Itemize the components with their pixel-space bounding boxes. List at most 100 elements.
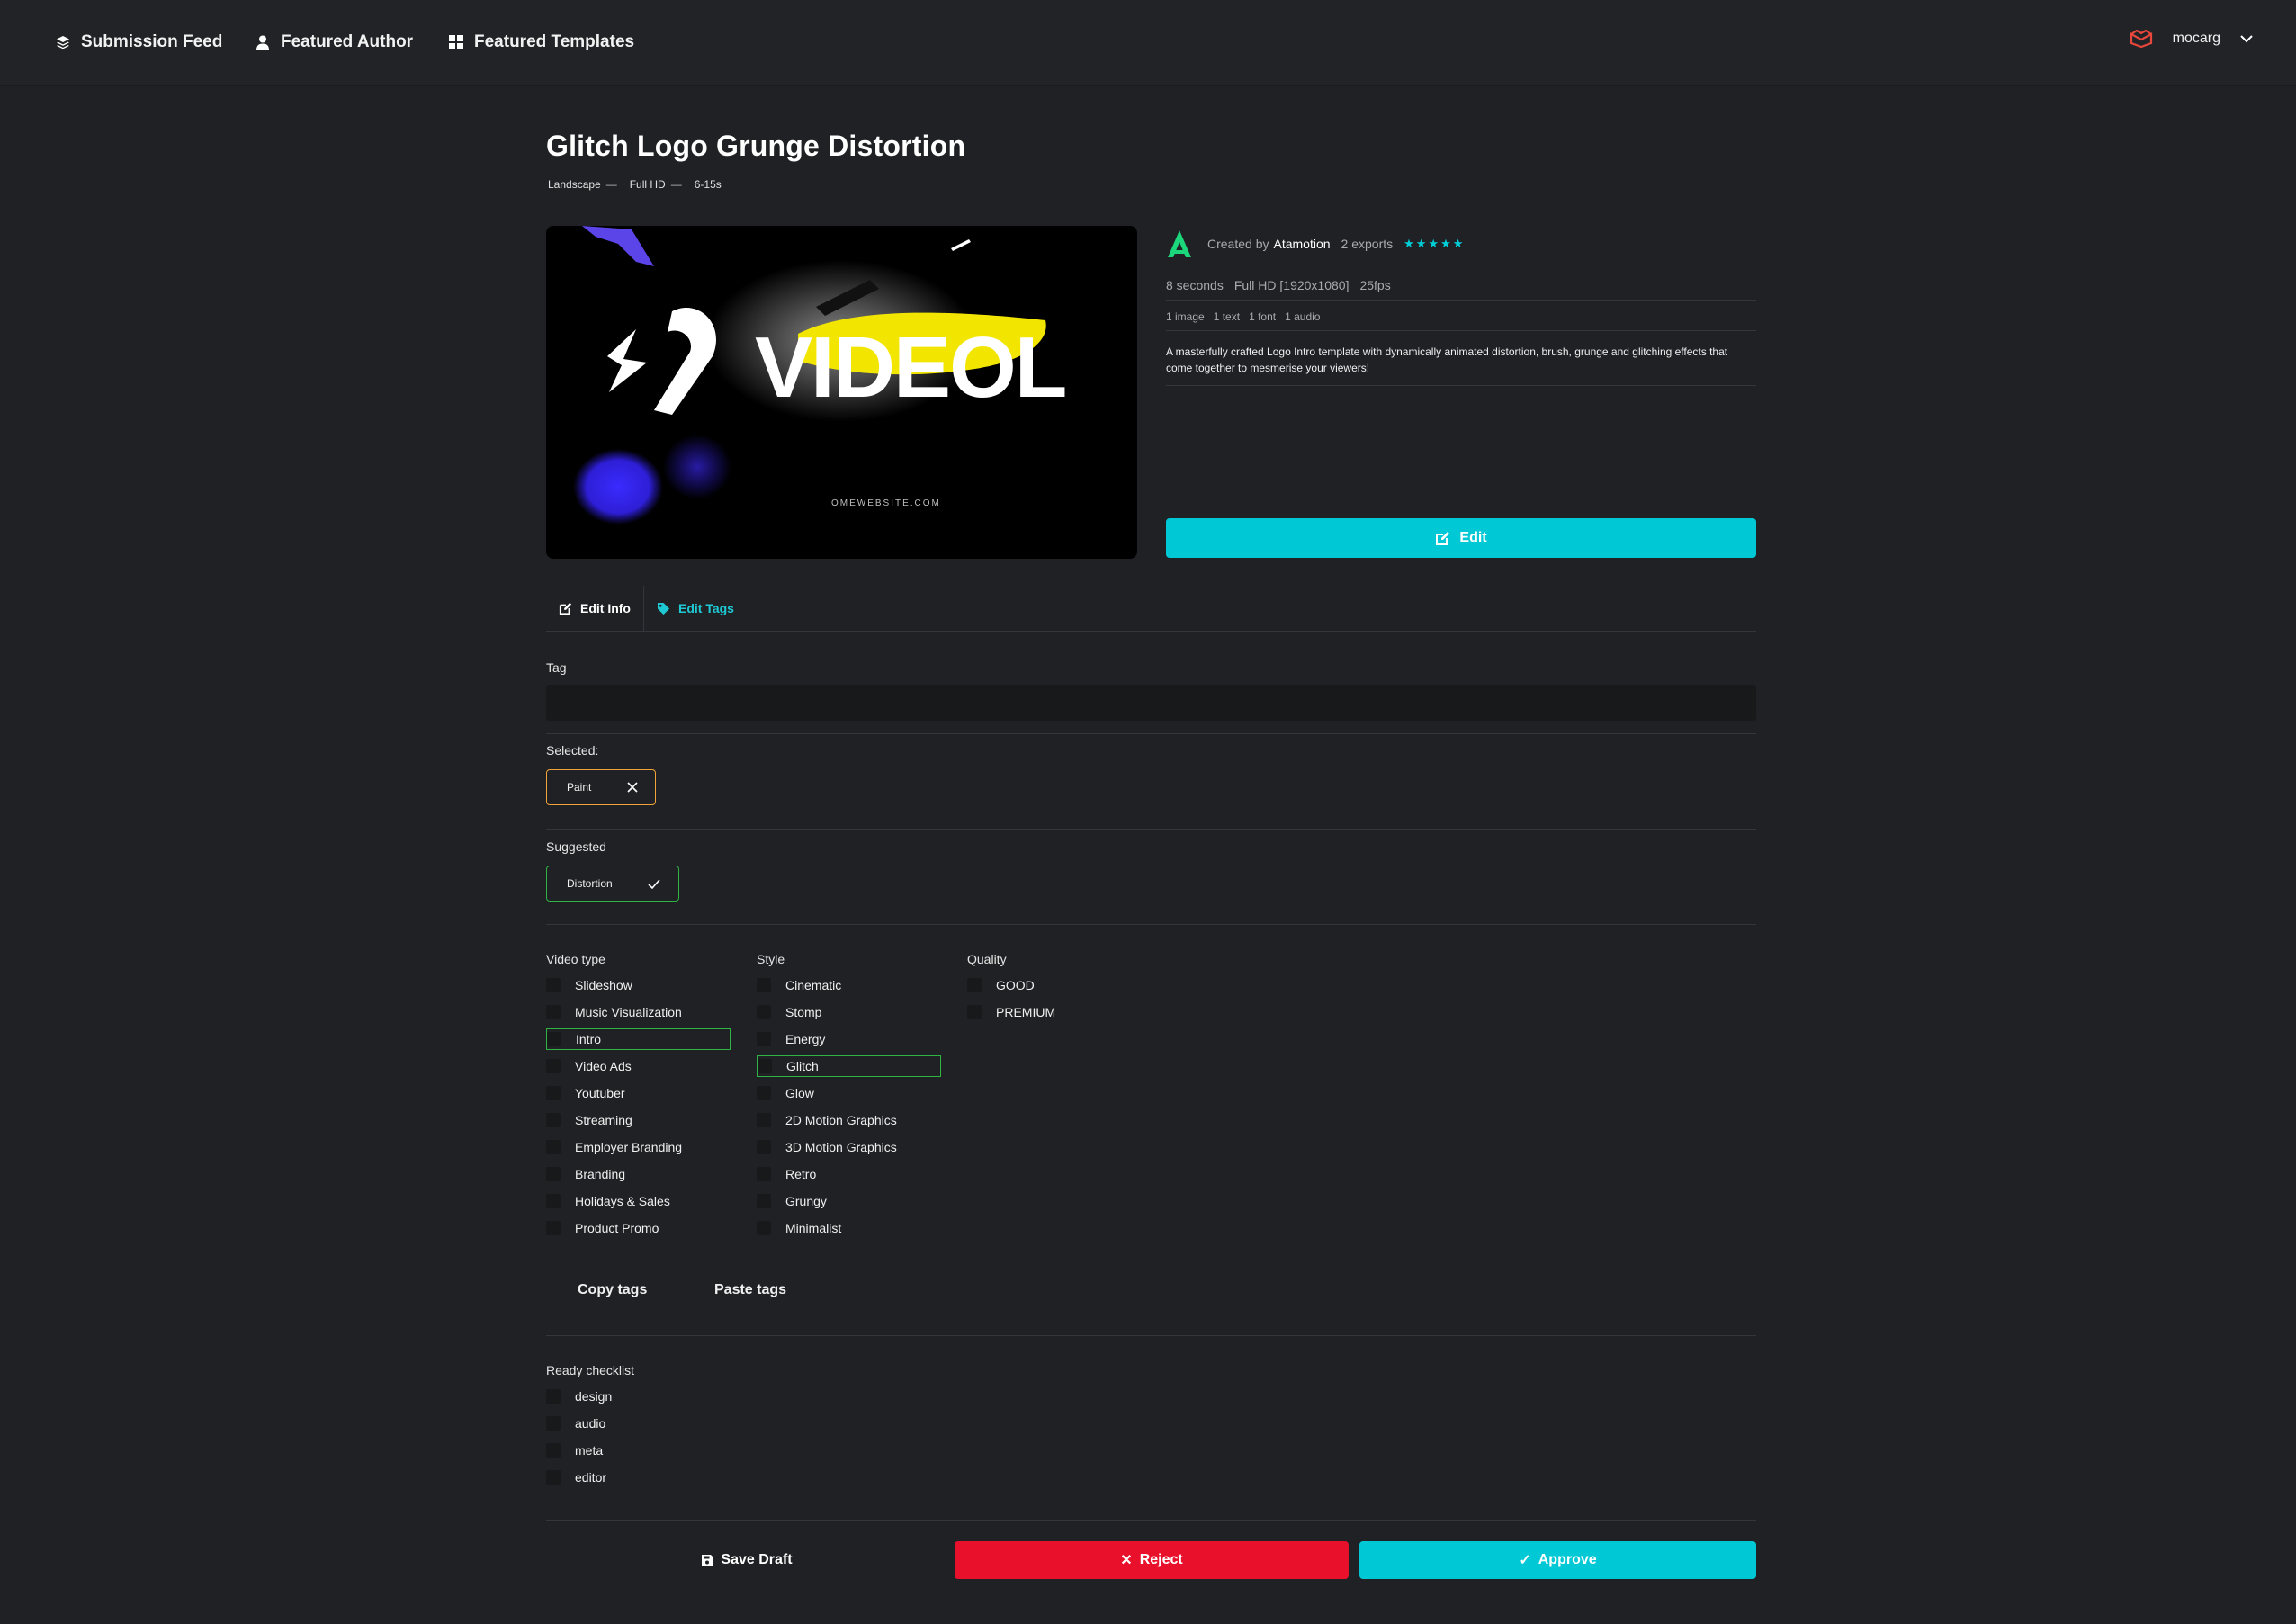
orientation: Landscape [548, 178, 601, 191]
checkbox-good[interactable]: GOOD [967, 972, 1152, 999]
checkbox-2d-motion-graphics[interactable]: 2D Motion Graphics [757, 1107, 941, 1134]
checkbox-box[interactable] [546, 1389, 561, 1404]
checkbox-music-visualization[interactable]: Music Visualization [546, 999, 731, 1026]
duration: 8 seconds [1166, 278, 1224, 292]
checkbox-box[interactable] [967, 1005, 982, 1019]
save-draft-label: Save Draft [721, 1552, 793, 1567]
resolution: Full HD [629, 178, 666, 191]
checklist-editor[interactable]: editor [546, 1464, 816, 1491]
checkbox-box[interactable] [546, 1167, 561, 1181]
checklist-audio[interactable]: audio [546, 1410, 816, 1437]
user-menu[interactable]: mocarg [2130, 30, 2253, 48]
checkbox-holidays-sales[interactable]: Holidays & Sales [546, 1188, 731, 1215]
specs-primary: 8 seconds Full HD [1920x1080] 25fps [1166, 271, 1756, 301]
checkbox-box[interactable] [757, 1221, 771, 1235]
nav-featured-templates[interactable]: Featured Templates [449, 30, 634, 55]
edit-button[interactable]: Edit [1166, 518, 1756, 558]
checkbox-box[interactable] [757, 1140, 771, 1154]
video-preview[interactable]: VIDEOL OMEWEBSITE.COM [546, 226, 1137, 559]
checkbox-energy[interactable]: Energy [757, 1026, 941, 1053]
separator: — [605, 178, 617, 191]
checkbox-box[interactable] [757, 1086, 771, 1100]
font-count: 1 font [1249, 310, 1277, 323]
duration-range: 6-15s [694, 178, 722, 191]
checkbox-box[interactable] [757, 1032, 771, 1046]
tab-edit-tags-label: Edit Tags [678, 601, 734, 615]
checkbox-premium[interactable]: PREMIUM [967, 999, 1152, 1026]
tab-edit-tags[interactable]: Edit Tags [644, 586, 747, 631]
suggested-label: Suggested [546, 839, 606, 854]
copy-tags-button[interactable]: Copy tags [578, 1272, 647, 1308]
image-count: 1 image [1166, 310, 1205, 323]
checkbox-label: GOOD [996, 978, 1035, 992]
checkbox-box[interactable] [546, 1140, 561, 1154]
checkbox-box[interactable] [546, 1221, 561, 1235]
checkbox-box[interactable] [546, 1194, 561, 1208]
checkbox-minimalist[interactable]: Minimalist [757, 1215, 941, 1242]
audio-count: 1 audio [1285, 310, 1321, 323]
remove-tag-button[interactable] [611, 770, 654, 804]
checkbox-label: Grungy [785, 1194, 827, 1208]
paste-tags-button[interactable]: Paste tags [714, 1272, 786, 1308]
checkbox-box[interactable] [547, 1032, 561, 1046]
author-logo-icon [1168, 230, 1191, 257]
checkbox-label: Video Ads [575, 1059, 632, 1073]
checkbox-box[interactable] [758, 1059, 772, 1073]
checkbox-3d-motion-graphics[interactable]: 3D Motion Graphics [757, 1134, 941, 1161]
tag-icon [657, 602, 670, 615]
checkbox-box[interactable] [546, 1470, 561, 1485]
page-title: Glitch Logo Grunge Distortion [546, 130, 966, 162]
checkbox-box[interactable] [546, 1086, 561, 1100]
checklist-design[interactable]: design [546, 1383, 816, 1410]
checkbox-slideshow[interactable]: Slideshow [546, 972, 731, 999]
checkbox-employer-branding[interactable]: Employer Branding [546, 1134, 731, 1161]
checkbox-intro[interactable]: Intro [546, 1028, 731, 1050]
checkbox-label: editor [575, 1470, 607, 1485]
checkbox-box[interactable] [546, 1443, 561, 1458]
preview-caption: OMEWEBSITE.COM [831, 498, 941, 508]
checkbox-cinematic[interactable]: Cinematic [757, 972, 941, 999]
checkbox-box[interactable] [757, 1113, 771, 1127]
user-icon [256, 35, 269, 50]
video-type-column: Video type Slideshow Music Visualization… [546, 952, 731, 1242]
checkbox-glow[interactable]: Glow [757, 1080, 941, 1107]
checkbox-video-ads[interactable]: Video Ads [546, 1053, 731, 1080]
checklist-meta[interactable]: meta [546, 1437, 816, 1464]
text-count: 1 text [1213, 310, 1241, 323]
reject-button[interactable]: ✕ Reject [955, 1541, 1349, 1579]
checkbox-youtuber[interactable]: Youtuber [546, 1080, 731, 1107]
checkbox-box[interactable] [546, 1113, 561, 1127]
checkbox-box[interactable] [546, 1059, 561, 1073]
checkbox-box[interactable] [546, 1416, 561, 1431]
approve-button[interactable]: ✓ Approve [1359, 1541, 1756, 1579]
checkbox-box[interactable] [757, 1005, 771, 1019]
checkbox-grungy[interactable]: Grungy [757, 1188, 941, 1215]
checkbox-box[interactable] [967, 978, 982, 992]
tag-label: Tag [546, 660, 567, 675]
nav-featured-author[interactable]: Featured Author [256, 30, 413, 55]
checkbox-box[interactable] [757, 1167, 771, 1181]
checkbox-stomp[interactable]: Stomp [757, 999, 941, 1026]
checkbox-streaming[interactable]: Streaming [546, 1107, 731, 1134]
checkbox-box[interactable] [546, 978, 561, 992]
nav-submission-feed[interactable]: Submission Feed [56, 30, 222, 55]
accept-tag-button[interactable] [632, 866, 676, 901]
checkbox-glitch[interactable]: Glitch [757, 1055, 941, 1077]
checkbox-box[interactable] [546, 1005, 561, 1019]
save-icon [702, 1555, 713, 1566]
quality-title: Quality [967, 952, 1007, 966]
checkbox-branding[interactable]: Branding [546, 1161, 731, 1188]
checkbox-label: PREMIUM [996, 1005, 1056, 1019]
author-name[interactable]: Atamotion [1273, 237, 1330, 251]
checkbox-retro[interactable]: Retro [757, 1161, 941, 1188]
selected-label: Selected: [546, 743, 599, 758]
checkbox-box[interactable] [757, 1194, 771, 1208]
checkbox-label: Streaming [575, 1113, 632, 1127]
save-draft-button[interactable]: Save Draft [546, 1541, 947, 1579]
checkbox-product-promo[interactable]: Product Promo [546, 1215, 731, 1242]
tag-input[interactable] [546, 685, 1756, 721]
divider [546, 924, 1756, 925]
checkbox-label: Energy [785, 1032, 826, 1046]
tab-edit-info[interactable]: Edit Info [546, 586, 644, 631]
checkbox-box[interactable] [757, 978, 771, 992]
